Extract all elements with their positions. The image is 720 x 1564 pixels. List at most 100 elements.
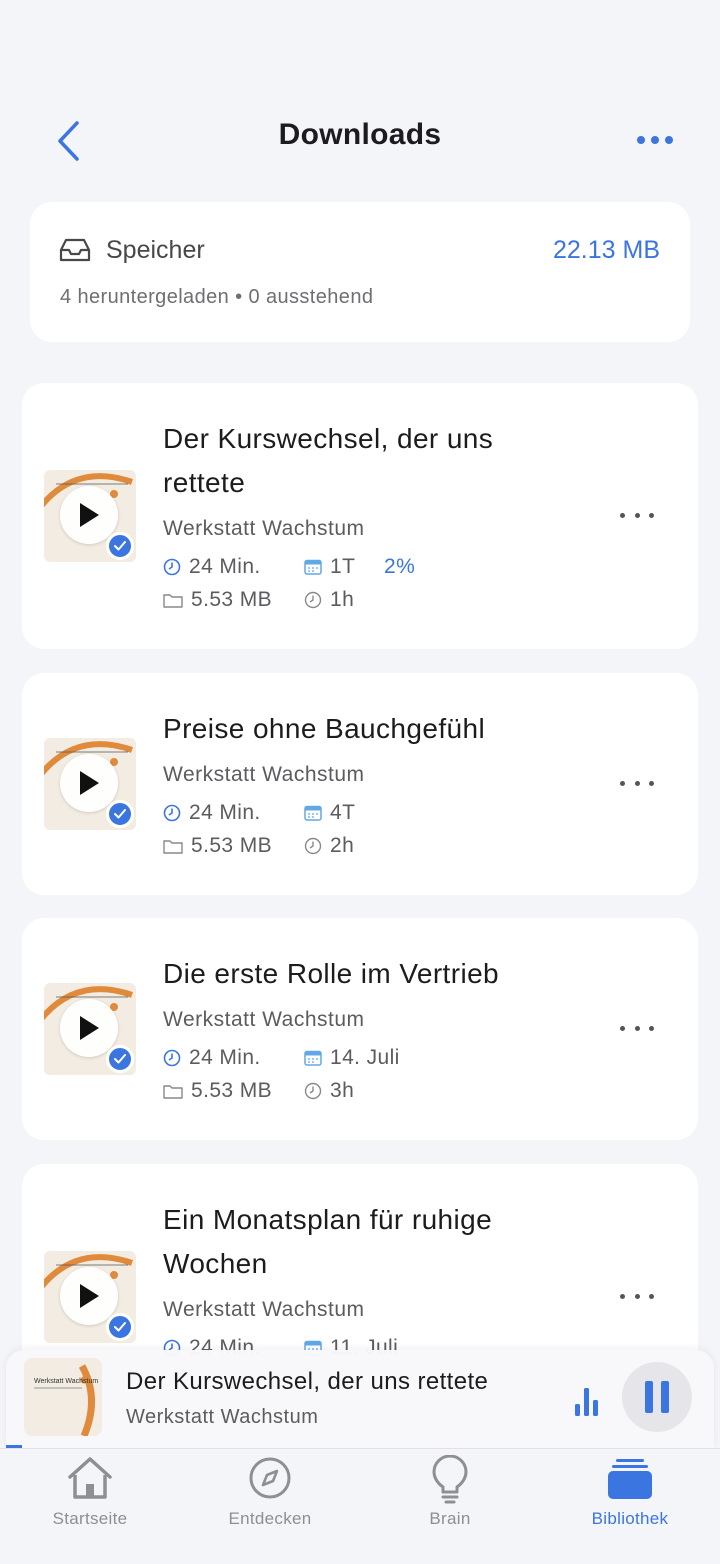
downloaded-badge xyxy=(106,1045,134,1073)
dot-icon xyxy=(634,512,640,518)
episode-artwork[interactable] xyxy=(44,1251,136,1343)
age-text: 2h xyxy=(330,834,355,857)
play-icon xyxy=(80,503,99,527)
lightbulb-icon xyxy=(432,1455,468,1504)
episode-more-button[interactable] xyxy=(620,505,654,525)
episode-title: Der Kurswechsel, der uns rettete xyxy=(163,423,494,498)
podcast-name: Werkstatt Wachstum xyxy=(163,1298,365,1321)
publish-date: 4T xyxy=(304,801,355,825)
duration-text: 24 Min. xyxy=(189,801,261,824)
tray-icon xyxy=(59,238,91,262)
episode-more-button[interactable] xyxy=(620,773,654,793)
episode-card[interactable]: Preise ohne Bauchgefühl Werkstatt Wachst… xyxy=(22,673,698,895)
pause-icon xyxy=(661,1381,669,1413)
cover-text: Werkstatt Wachstum xyxy=(34,1378,99,1385)
podcast-name: Werkstatt Wachstum xyxy=(163,517,365,540)
more-options-button[interactable] xyxy=(630,128,680,152)
file-size: 5.53 MB xyxy=(163,588,272,612)
clock-icon xyxy=(163,804,181,822)
dot-icon xyxy=(634,1025,640,1031)
checkmark-icon xyxy=(114,809,126,819)
clock-icon xyxy=(304,1082,322,1100)
download-age: 1h xyxy=(304,588,354,612)
publish-date: 14. Juli xyxy=(304,1046,400,1070)
publish-date: 1T xyxy=(304,555,355,579)
calendar-icon xyxy=(304,805,322,821)
storage-summary: 4 heruntergeladen • 0 ausstehend xyxy=(60,286,374,308)
dot-icon xyxy=(651,136,659,144)
checkmark-icon xyxy=(114,1322,126,1332)
tab-bar: Startseite Entdecken Brain Bibliothek xyxy=(0,1448,720,1564)
tab-label: Bibliothek xyxy=(591,1509,669,1528)
mini-player[interactable]: Werkstatt Wachstum Der Kurswechsel, der … xyxy=(6,1350,714,1448)
checkmark-icon xyxy=(114,541,126,551)
tab-label: Entdecken xyxy=(228,1509,312,1528)
dot-icon xyxy=(620,1025,625,1031)
folder-icon xyxy=(163,1085,183,1099)
age-text: 1h xyxy=(330,588,355,611)
dot-icon xyxy=(634,780,640,786)
episode-artwork[interactable] xyxy=(44,983,136,1075)
episode-card[interactable]: Die erste Rolle im Vertrieb Werkstatt Wa… xyxy=(22,918,698,1140)
dot-icon xyxy=(620,1293,625,1299)
age-text: 3h xyxy=(330,1079,355,1102)
play-icon xyxy=(80,1284,99,1308)
date-text: 1T xyxy=(330,555,356,578)
duration: 24 Min. xyxy=(163,1046,261,1070)
dot-icon xyxy=(620,780,625,786)
calendar-icon xyxy=(304,559,322,575)
checkmark-icon xyxy=(114,1054,126,1064)
storage-label: Speicher xyxy=(106,236,205,264)
now-playing-title: Der Kurswechsel, der uns rettete xyxy=(126,1368,489,1395)
equalizer-icon[interactable] xyxy=(574,1380,600,1416)
tab-label: Brain xyxy=(429,1509,471,1528)
dot-icon xyxy=(665,136,673,144)
pause-button[interactable] xyxy=(622,1362,692,1432)
size-text: 5.53 MB xyxy=(191,588,273,611)
date-text: 14. Juli xyxy=(330,1046,400,1069)
episode-title: Ein Monatsplan für ruhige Wochen xyxy=(163,1204,493,1279)
duration: 24 Min. xyxy=(163,801,261,825)
dot-icon xyxy=(649,1025,654,1031)
storage-size: 22.13 MB xyxy=(552,236,660,264)
folder-icon xyxy=(163,594,183,608)
size-text: 5.53 MB xyxy=(191,1079,273,1102)
episode-artwork[interactable] xyxy=(44,738,136,830)
tab-brain[interactable]: Brain xyxy=(375,1449,525,1539)
duration-text: 24 Min. xyxy=(189,555,261,578)
tab-label: Startseite xyxy=(52,1509,128,1528)
episode-title: Die erste Rolle im Vertrieb xyxy=(163,958,500,989)
size-text: 5.53 MB xyxy=(191,834,273,857)
podcast-name: Werkstatt Wachstum xyxy=(163,1008,365,1031)
file-size: 5.53 MB xyxy=(163,834,272,858)
episode-artwork[interactable] xyxy=(44,470,136,562)
clock-icon xyxy=(304,591,322,609)
dot-icon xyxy=(620,512,625,518)
page-title: Downloads xyxy=(278,118,442,151)
file-size: 5.53 MB xyxy=(163,1079,272,1103)
episode-card[interactable]: Der Kurswechsel, der uns rettete Werksta… xyxy=(22,383,698,649)
episode-more-button[interactable] xyxy=(620,1286,654,1306)
podcast-name: Werkstatt Wachstum xyxy=(163,763,365,786)
play-progress: 2% xyxy=(384,555,416,578)
tab-bibliothek[interactable]: Bibliothek xyxy=(555,1449,705,1539)
compass-icon xyxy=(249,1457,291,1499)
download-age: 2h xyxy=(304,834,354,858)
library-icon xyxy=(608,1459,652,1499)
duration-text: 24 Min. xyxy=(189,1046,261,1069)
dot-icon xyxy=(637,136,645,144)
clock-icon xyxy=(163,558,181,576)
home-icon xyxy=(68,1457,112,1499)
tab-entdecken[interactable]: Entdecken xyxy=(195,1449,345,1539)
date-text: 4T xyxy=(330,801,356,824)
episode-more-button[interactable] xyxy=(620,1018,654,1038)
now-playing-podcast: Werkstatt Wachstum xyxy=(126,1406,319,1428)
downloaded-badge xyxy=(106,1313,134,1341)
downloaded-badge xyxy=(106,532,134,560)
tab-startseite[interactable]: Startseite xyxy=(15,1449,165,1539)
dot-icon xyxy=(634,1293,640,1299)
calendar-icon xyxy=(304,1050,322,1066)
clock-icon xyxy=(304,837,322,855)
dot-icon xyxy=(649,1293,654,1299)
storage-card: Speicher 22.13 MB 4 heruntergeladen • 0 … xyxy=(30,202,690,342)
